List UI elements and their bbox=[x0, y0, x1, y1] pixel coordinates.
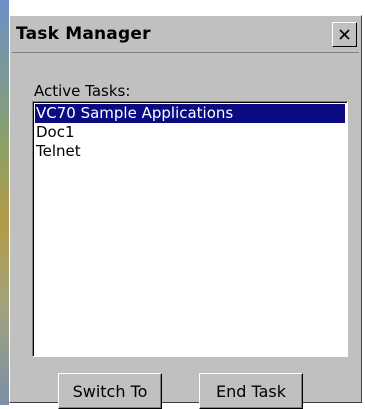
switch-to-button[interactable]: Switch To bbox=[58, 373, 162, 409]
close-button[interactable] bbox=[332, 22, 357, 47]
list-item[interactable]: VC70 Sample Applications bbox=[35, 104, 345, 123]
window-title: Task Manager bbox=[16, 24, 151, 44]
desktop-edge bbox=[0, 0, 9, 405]
end-task-button[interactable]: End Task bbox=[199, 373, 303, 409]
title-divider bbox=[12, 52, 359, 53]
active-tasks-list[interactable]: VC70 Sample Applications Doc1 Telnet bbox=[32, 101, 348, 357]
close-icon bbox=[339, 29, 350, 40]
active-tasks-label: Active Tasks: bbox=[34, 82, 131, 100]
list-item[interactable]: Telnet bbox=[35, 142, 345, 161]
title-bar[interactable]: Task Manager bbox=[12, 18, 359, 52]
task-manager-window: Task Manager Active Tasks: VC70 Sample A… bbox=[9, 15, 362, 409]
list-item[interactable]: Doc1 bbox=[35, 123, 345, 142]
